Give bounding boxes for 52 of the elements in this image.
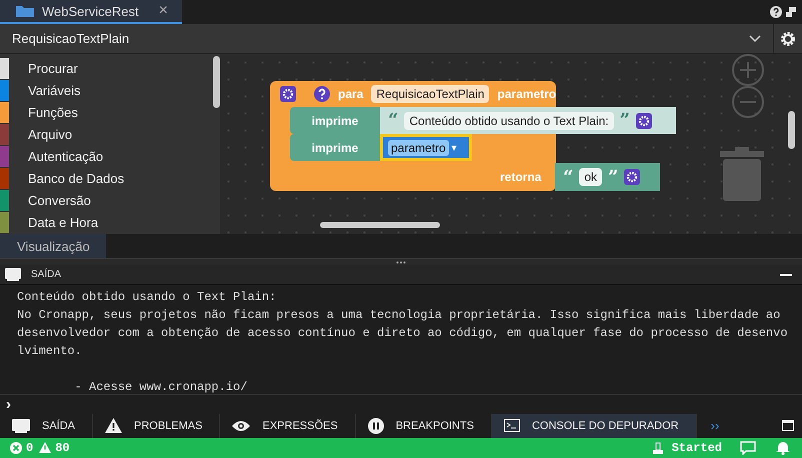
gear-icon[interactable] — [280, 86, 296, 102]
category-item[interactable]: Autenticação — [0, 146, 210, 168]
monitor-icon — [5, 268, 21, 282]
pause-icon — [368, 418, 384, 434]
category-item[interactable]: Funções — [0, 102, 210, 124]
monitor-icon — [12, 418, 30, 433]
chat-icon[interactable] — [740, 440, 756, 455]
category-item[interactable]: Variáveis — [0, 80, 210, 102]
category-item[interactable]: Data e Hora — [0, 212, 210, 234]
text-block[interactable]: “ ok ” — [555, 163, 660, 192]
drag-handle-icon[interactable] — [396, 260, 406, 264]
console-line: desenvolvedor com a obtenção de acesso contínuo e direto ao código, em qualquer fase do processo de desenvo — [17, 325, 789, 342]
text-block[interactable]: “ Conteúdo obtido usando o Text Plain: ” — [380, 107, 676, 134]
terminal-icon — [504, 419, 520, 432]
error-icon[interactable] — [10, 442, 22, 454]
maximize-icon[interactable] — [782, 420, 794, 432]
console-line: lvimento. — [17, 343, 83, 360]
scrollbar[interactable] — [213, 56, 220, 108]
category-item[interactable]: Procurar — [0, 58, 210, 80]
chevron-down-icon — [749, 34, 761, 42]
console-line: No Cronapp, seus projetos não ficam presos a uma tecnologia proprietária. Isso significa mais liberdade ao — [17, 307, 782, 324]
console-line: Conteúdo obtido usando o Text Plain: — [17, 289, 278, 306]
parameter-label: parametro — [497, 87, 556, 102]
minimize-icon[interactable] — [780, 274, 792, 276]
panel-tab[interactable]: CONSOLE DO DEPURADOR — [492, 414, 697, 438]
block-keyword: para — [338, 87, 364, 102]
close-icon[interactable]: × — [158, 2, 168, 20]
scrollbar[interactable] — [788, 111, 795, 150]
help-icon[interactable] — [314, 86, 330, 102]
folder-icon — [16, 5, 34, 17]
function-name-field[interactable]: RequisicaoTextPlain — [371, 85, 490, 104]
more-tabs-button[interactable]: ›› — [710, 418, 720, 434]
warning-icon[interactable] — [39, 442, 52, 454]
editor-tab[interactable]: WebServiceRest × — [0, 0, 182, 24]
category-item[interactable]: Banco de Dados — [0, 168, 210, 190]
eye-icon — [232, 420, 250, 432]
gear-icon[interactable] — [624, 169, 640, 186]
console-line: - Acesse www.cronapp.io/ — [74, 379, 248, 396]
variable-block[interactable]: parametro ▾ — [380, 134, 472, 162]
category-item[interactable]: Arquivo — [0, 124, 210, 146]
help-icon[interactable] — [770, 6, 782, 18]
panel-title: SAÍDA — [31, 269, 62, 280]
gear-icon[interactable] — [636, 112, 652, 129]
bell-icon[interactable] — [776, 440, 790, 456]
restore-icon[interactable] — [786, 7, 796, 17]
view-tab[interactable]: Visualização — [0, 234, 106, 258]
settings-icon[interactable] — [780, 30, 796, 46]
scrollbar[interactable] — [320, 222, 440, 228]
warning-icon — [105, 418, 122, 434]
prompt-icon: › — [6, 396, 11, 414]
return-label: retorna — [500, 170, 542, 184]
category-item[interactable]: Conversão — [0, 190, 210, 212]
